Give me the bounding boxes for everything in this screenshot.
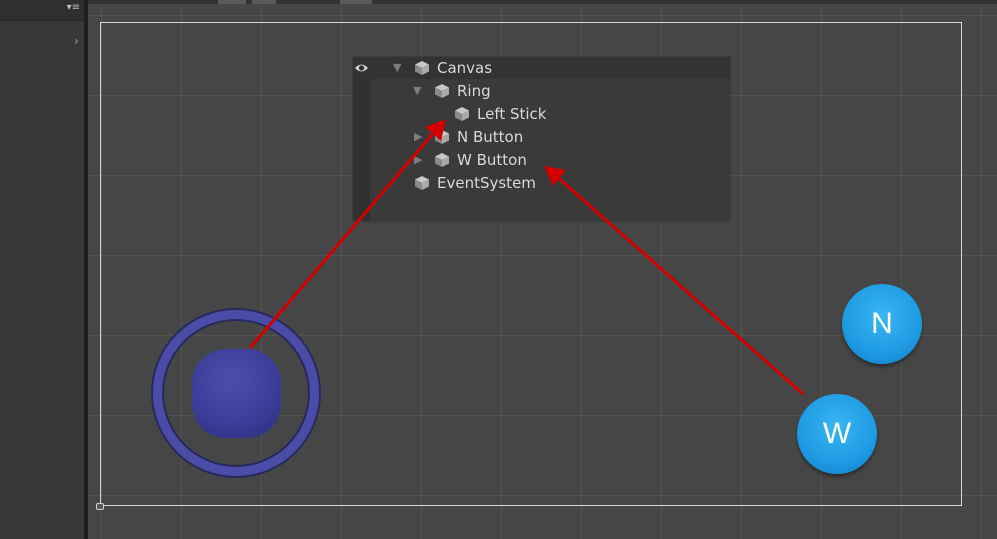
annotation-arrow-left-stick: [248, 129, 438, 349]
annotation-arrow-w-button: [555, 174, 804, 396]
annotation-arrows: [248, 119, 804, 396]
